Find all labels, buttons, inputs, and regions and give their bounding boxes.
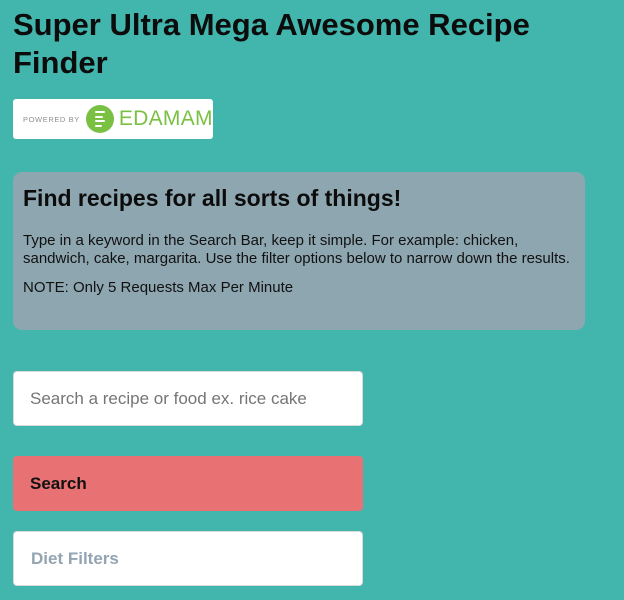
info-heading: Find recipes for all sorts of things! — [23, 185, 402, 211]
search-input[interactable] — [13, 371, 363, 426]
diet-filters-label: Diet Filters — [31, 548, 119, 568]
powered-by-label: POWERED BY — [23, 114, 80, 124]
page-title: Super Ultra Mega Awesome Recipe Finder — [13, 7, 530, 80]
search-button[interactable]: Search — [13, 456, 363, 511]
powered-by-edamam-badge[interactable]: POWERED BY EDAMAM — [13, 99, 213, 139]
edamam-brand-label: EDAMAM — [118, 107, 213, 130]
edamam-logo-icon — [85, 105, 114, 133]
info-panel: Find recipes for all sorts of things! Ty… — [13, 172, 585, 330]
info-instructions: Type in a keyword in the Search Bar, kee… — [23, 232, 570, 267]
diet-filters-dropdown[interactable]: Diet Filters — [13, 531, 363, 586]
info-note: NOTE: Only 5 Requests Max Per Minute — [23, 279, 294, 296]
